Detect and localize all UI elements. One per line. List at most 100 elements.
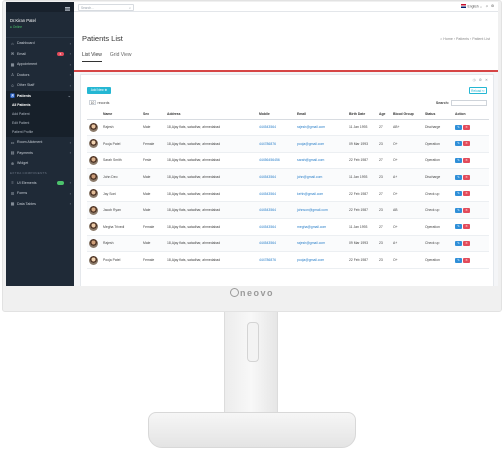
table-row[interactable]: Jay Soni Male 18,Ajay flats, satadhar, ahm… (87, 185, 489, 203)
cell-email[interactable]: rajesh@gmail.com (295, 119, 347, 137)
edit-icon[interactable]: ✎ (455, 141, 462, 147)
avatar (89, 189, 98, 199)
sidebar-item-payments[interactable]: ▤ Payments › (6, 148, 74, 159)
sidebar-item-doctors[interactable]: ♙ Doctors › (6, 70, 74, 81)
table-row[interactable]: Sarah Smith Fesle 18,Ajay flats, satadhar,… (87, 152, 489, 170)
sidebar-item-appointment[interactable]: ▦ Appointment › (6, 59, 74, 70)
sidebar-item-label: Patients (17, 93, 31, 98)
cell-address: 18,Ajay flats, satadhar, ahmedabad (165, 185, 257, 203)
trash-icon[interactable]: ✕ (463, 157, 470, 163)
cell-blood: O+ (391, 251, 423, 269)
settings-icon[interactable]: ⚙ (491, 4, 494, 8)
sidebar-item-forms[interactable]: ☰ Forms › (6, 188, 74, 199)
edit-icon[interactable]: ✎ (455, 240, 462, 246)
sidebar-item-patients[interactable]: ♿ Patients ⌄ (6, 90, 74, 101)
column-header[interactable]: Blood Group (391, 110, 423, 120)
cell-mobile[interactable]: 444543564 (257, 201, 295, 220)
cell-email[interactable]: sarah@gmail.com (295, 152, 347, 170)
sidebar-item-room-allotment[interactable]: ▭ Room Allotment › (6, 137, 74, 148)
reload-button[interactable]: Reload ↻ (469, 87, 487, 94)
edit-icon[interactable]: ✎ (455, 124, 462, 130)
chevron-right-icon: › (69, 150, 71, 156)
cell-email[interactable]: megha@gmail.com (295, 218, 347, 236)
table-header-row: Name Sex Address Mobile Email Birth Date Age Bl… (87, 110, 489, 120)
column-header[interactable] (87, 110, 101, 120)
cell-email[interactable]: rajesh@gmail.com (295, 235, 347, 253)
cell-name: Rajesh (101, 119, 141, 137)
search-input[interactable]: Search... ⌕ (78, 3, 134, 11)
cell-email[interactable]: johnson@gmail.com (295, 201, 347, 220)
sidebar-item-other-staff[interactable]: ☺ Other Staff › (6, 80, 74, 91)
page-length-select[interactable]: 10 (89, 100, 96, 105)
column-header[interactable]: Age (377, 110, 391, 120)
tab-list-view[interactable]: List View (82, 52, 102, 62)
chevron-right-icon: › (69, 40, 71, 46)
table-row[interactable]: Rajesh Male 18,Ajay flats, satadhar, ahmed… (87, 119, 489, 137)
table-row[interactable]: John Deo Male 18,Ajay flats, satadhar, ahm… (87, 168, 489, 186)
cell-mobile[interactable]: 444543564 (257, 235, 295, 253)
edit-icon[interactable]: ✎ (455, 257, 462, 263)
trash-icon[interactable]: ✕ (463, 257, 470, 263)
tab-grid-view[interactable]: Grid View (110, 52, 132, 62)
trash-icon[interactable]: ✕ (463, 207, 470, 213)
language-selector[interactable]: English ⌄ (461, 4, 482, 9)
edit-icon[interactable]: ✎ (455, 157, 462, 163)
column-header[interactable]: Birth Date (347, 110, 377, 120)
table-row[interactable]: Jacob Ryan Male 18,Ajay flats, satadhar, a… (87, 201, 489, 220)
column-header[interactable]: Address (165, 110, 257, 120)
column-header[interactable]: Name (101, 110, 141, 120)
cell-mobile[interactable]: 444543564 (257, 185, 295, 203)
chevron-right-icon: › (69, 51, 71, 57)
trash-icon[interactable]: ✕ (463, 141, 470, 147)
cell-email[interactable]: pooja@gmail.com (295, 251, 347, 269)
avatar (89, 139, 98, 149)
sidebar-item-ui-elements[interactable]: ≡ UI Elements › (6, 178, 74, 189)
cell-mobile[interactable]: 444786876 (257, 251, 295, 269)
add-new-button[interactable]: Add New ✚ (87, 87, 111, 94)
bell-icon[interactable]: ♫ (485, 4, 488, 8)
cell-mobile[interactable]: 444543564 (257, 119, 295, 137)
sidebar-subitem-all-patients[interactable]: All Patients (6, 101, 74, 110)
sidebar-item-data-tables[interactable]: ▦ Data Tables › (6, 199, 74, 210)
edit-icon[interactable]: ✎ (455, 191, 462, 197)
cell-mobile[interactable]: 44456456456 (257, 152, 295, 170)
sidebar-item-widget[interactable]: ⊕ Widget (6, 158, 74, 169)
cell-mobile[interactable]: 444786876 (257, 135, 295, 153)
cell-mobile[interactable]: 444543564 (257, 218, 295, 236)
sidebar-item-label: Widget (17, 161, 29, 166)
column-header[interactable]: Sex (141, 110, 165, 120)
trash-icon[interactable]: ✕ (463, 191, 470, 197)
column-header[interactable]: Status (423, 110, 453, 120)
table-row[interactable]: Megha Trivedi Female 18,Ajay flats, satadh… (87, 218, 489, 236)
hamburger-icon[interactable] (65, 6, 70, 8)
column-header[interactable]: Email (295, 110, 347, 120)
edit-icon[interactable]: ✎ (455, 207, 462, 213)
cell-mobile[interactable]: 444543564 (257, 168, 295, 186)
wheelchair-icon: ♿ (10, 93, 15, 99)
trash-icon[interactable]: ✕ (463, 240, 470, 246)
cell-address: 18,Ajay flats, satadhar, ahmedabad (165, 251, 257, 269)
column-header[interactable]: Action (453, 110, 489, 120)
cell-email[interactable]: john@gmail.com (295, 168, 347, 186)
sidebar-item-email[interactable]: ✉ Email 6 › (6, 49, 74, 60)
table-row[interactable]: Rajesh Male 18,Ajay flats, satadhar, ahmed… (87, 235, 489, 253)
sidebar-subitem-add-patient[interactable]: Add Patient (6, 110, 74, 119)
cell-blood: O+ (391, 135, 423, 153)
table-row[interactable]: Pooja Patel Female 18,Ajay flats, satadhar… (87, 135, 489, 153)
breadcrumb[interactable]: ⌂ Home › Patients › Patient List (440, 37, 490, 41)
trash-icon[interactable]: ✕ (463, 124, 470, 130)
sidebar-subitem-patient-profile[interactable]: Patient Profile (6, 128, 74, 137)
cell-address: 18,Ajay flats, satadhar, ahmedabad (165, 152, 257, 170)
table-row[interactable]: Pooja Patel Female 18,Ajay flats, satadhar… (87, 251, 489, 269)
edit-icon[interactable]: ✎ (455, 174, 462, 180)
trash-icon[interactable]: ✕ (463, 174, 470, 180)
card-tools[interactable]: ◷ ⚙ ✕ (473, 78, 489, 82)
column-header[interactable]: Mobile (257, 110, 295, 120)
edit-icon[interactable]: ✎ (455, 224, 462, 230)
sidebar-item-dashboard[interactable]: ⌂ Dashboard › (6, 38, 74, 49)
trash-icon[interactable]: ✕ (463, 224, 470, 230)
cell-email[interactable]: pooja@gmail.com (295, 135, 347, 153)
sidebar-subitem-edit-patient[interactable]: Edit Patient (6, 119, 74, 128)
table-search-input[interactable] (451, 100, 487, 106)
cell-email[interactable]: kehh@gmail.com (295, 185, 347, 203)
